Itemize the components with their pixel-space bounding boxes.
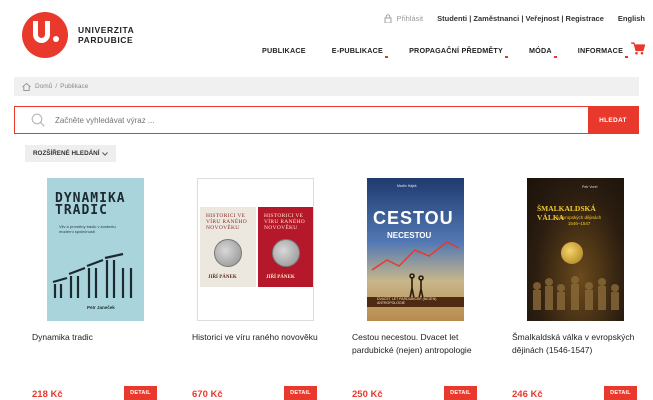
nav-label: PROPAGAČNÍ PŘEDMĚTY — [409, 46, 503, 55]
logo-text: UNIVERZITA PARDUBICE — [78, 25, 134, 45]
nav-label: MÓDA — [528, 46, 552, 55]
product-price: 670 Kč — [192, 389, 223, 400]
cover-panel-left: HISTORICI VE VÍRU RANÉHO NOVOVĚKU JIŘÍ P… — [200, 207, 256, 287]
product-title[interactable]: Šmalkaldská válka v evropských dějinách … — [512, 331, 650, 357]
search-icon — [31, 113, 45, 127]
breadcrumb-current: Publikace — [60, 83, 89, 90]
product-title[interactable]: Historici ve víru raného novověku — [192, 331, 330, 344]
cover-title: HISTORICI VE VÍRU RANÉHO NOVOVĚKU — [206, 213, 248, 231]
logo-line-1: UNIVERZITA — [78, 25, 135, 35]
cover-subtitle: Vliv a proměny tradic v kontextu moderní… — [59, 224, 116, 234]
nav-item-propagacni-predmety[interactable]: PROPAGAČNÍ PŘEDMĚTY — [409, 46, 508, 58]
nav-item-publikace[interactable]: PUBLIKACE — [262, 46, 306, 55]
detail-button[interactable]: DETAIL — [284, 386, 317, 400]
nav-label: E-PUBLIKACE — [331, 46, 384, 55]
product-price: 246 Kč — [512, 389, 543, 400]
dropdown-caret-icon — [553, 56, 557, 58]
login-link[interactable]: Přihlásit — [396, 14, 423, 23]
book-cover[interactable]: DYNAMIKA TRADIC Vliv a proměny tradic v … — [47, 178, 144, 321]
lock-icon — [385, 13, 392, 23]
breadcrumb-separator: / — [55, 83, 58, 90]
detail-button[interactable]: DETAIL — [444, 386, 477, 400]
cover-panel-right: HISTORICI VE VÍRU RANÉHO NOVOVĚKU JIŘÍ P… — [258, 207, 313, 287]
cover-illustration — [533, 276, 619, 310]
nav-label: INFORMACE — [577, 46, 624, 55]
cover-title: HISTORICI VE VÍRU RANÉHO NOVOVĚKU — [264, 213, 306, 231]
product-price: 250 Kč — [352, 389, 383, 400]
book-cover[interactable]: Petr Vorel ŠMALKALDSKÁ VÁLKA v evropskýc… — [527, 178, 624, 321]
main-nav: PUBLIKACE E-PUBLIKACE PROPAGAČNÍ PŘEDMĚT… — [262, 46, 643, 58]
home-icon[interactable] — [22, 82, 31, 91]
cover-title: DYNAMIKA TRADIC — [55, 191, 126, 218]
cart-icon[interactable] — [631, 42, 645, 55]
product-title[interactable]: Dynamika tradic — [32, 331, 170, 344]
detail-button[interactable]: DETAIL — [124, 386, 157, 400]
logo-mark — [22, 12, 68, 58]
search-input[interactable] — [55, 115, 588, 125]
cover-subtitle: v evropských dějinách 1546–1547 — [557, 215, 601, 227]
language-switch[interactable]: English — [618, 14, 645, 23]
advanced-search-button[interactable]: ROZŠÍŘENÉ HLEDÁNÍ — [25, 145, 117, 162]
search-bar: HLEDAT — [14, 106, 639, 134]
cover-author: Martin Hájek — [397, 184, 417, 188]
product-price: 218 Kč — [32, 389, 63, 400]
chevron-down-icon — [102, 151, 109, 156]
nav-label: PUBLIKACE — [262, 46, 306, 55]
dropdown-caret-icon — [385, 56, 389, 58]
cover-years: 1546–1547 — [567, 221, 591, 226]
cover-author: JIŘÍ PÁNEK — [266, 275, 295, 280]
university-logo[interactable]: UNIVERZITA PARDUBICE — [22, 12, 134, 58]
cover-author: Petr Janeček — [87, 305, 115, 310]
dropdown-caret-icon — [625, 56, 629, 58]
breadcrumb-home[interactable]: Domů — [35, 83, 52, 90]
search-button[interactable]: HLEDAT — [588, 107, 638, 133]
coin-image — [272, 239, 300, 267]
coin-image — [214, 239, 242, 267]
product-title[interactable]: Cestou necestou. Dvacet let pardubické (… — [352, 331, 490, 357]
coin-image — [561, 242, 583, 264]
book-cover[interactable]: Martin Hájek CESTOU NECESTOU DVACET LET … — [367, 178, 464, 321]
logo-line-2: PARDUBICE — [78, 35, 134, 45]
detail-button[interactable]: DETAIL — [604, 386, 637, 400]
travelers-figure — [409, 273, 424, 299]
cover-author: Petr Vorel — [582, 185, 598, 189]
advanced-search-label: ROZŠÍŘENÉ HLEDÁNÍ — [33, 150, 100, 157]
dropdown-caret-icon — [504, 56, 508, 58]
cover-title: CESTOU — [373, 208, 454, 228]
cover-illustration — [52, 252, 133, 298]
book-cover[interactable]: HISTORICI VE VÍRU RANÉHO NOVOVĚKU JIŘÍ P… — [197, 178, 314, 321]
cover-author: JIŘÍ PÁNEK — [208, 275, 237, 280]
nav-item-e-publikace[interactable]: E-PUBLIKACE — [331, 46, 389, 58]
breadcrumb: Domů / Publikace — [14, 77, 639, 96]
cover-band-text: DVACET LET PARDUBICKÉ (NEJEN) ANTROPOLOG… — [377, 297, 437, 305]
audience-links[interactable]: Studenti | Zaměstnanci | Veřejnost | Reg… — [437, 14, 604, 23]
nav-item-informace[interactable]: INFORMACE — [577, 46, 629, 58]
nav-item-moda[interactable]: MÓDA — [528, 46, 557, 58]
